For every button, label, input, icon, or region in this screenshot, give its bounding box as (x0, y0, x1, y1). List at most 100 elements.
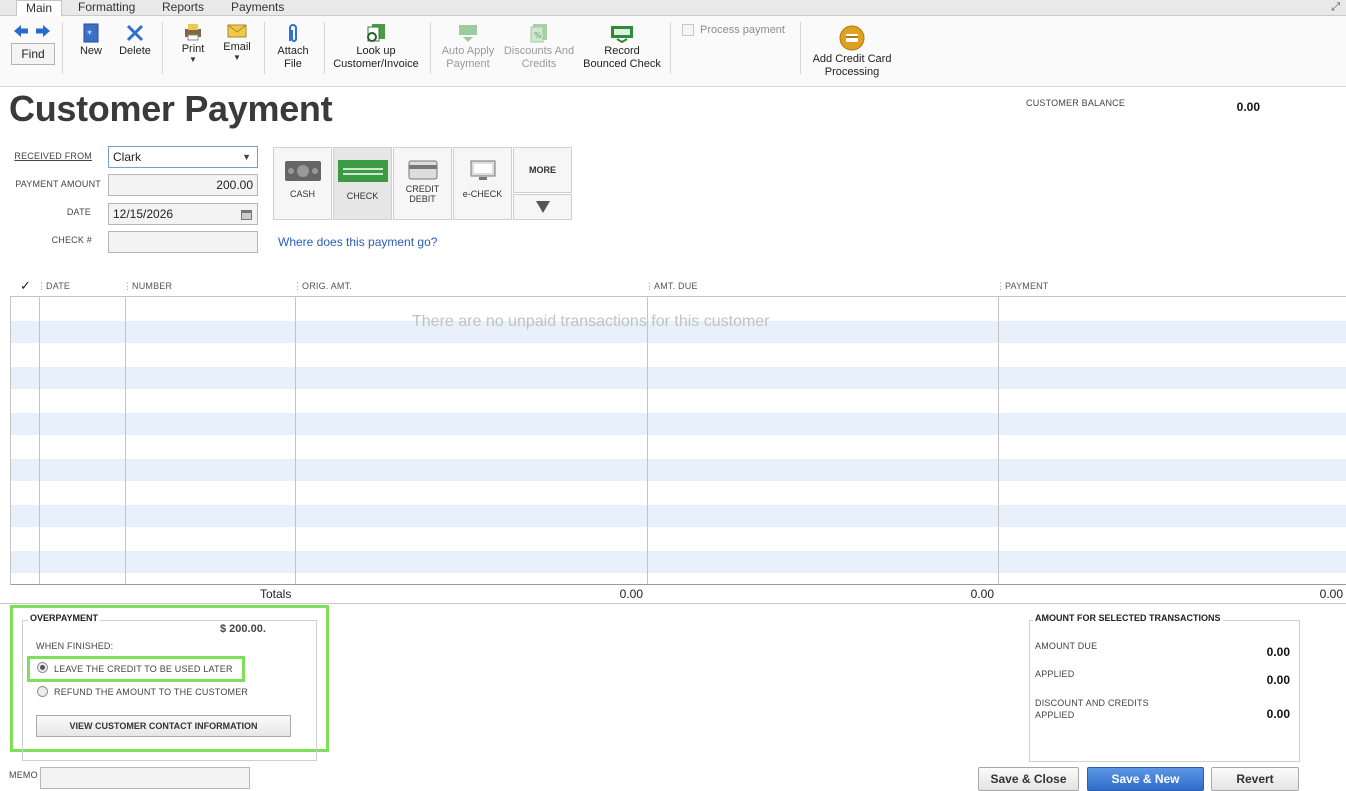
check-number-label: CHECK # (51, 235, 92, 245)
delete-label: Delete (119, 45, 151, 57)
payment-method-more[interactable]: MORE (513, 147, 572, 193)
select-all-checkmark[interactable]: ✓ (20, 278, 31, 294)
cash-label: CASH (289, 189, 315, 199)
debit-label: DEBIT (409, 194, 436, 204)
tab-main[interactable]: Main (16, 0, 63, 17)
back-icon[interactable] (14, 24, 28, 42)
memo-field[interactable] (40, 767, 250, 789)
process-payment-label: Process payment (700, 24, 785, 36)
column-header-payment[interactable]: PAYMENT (1005, 281, 1049, 291)
column-line (998, 297, 999, 584)
monitor-icon (470, 160, 495, 180)
save-close-button[interactable]: Save & Close (978, 767, 1079, 791)
discount-credits-value: 0.00 (1266, 707, 1290, 721)
attach-file-button[interactable]: Attach File (272, 23, 314, 71)
discount-label-line-2: APPLIED (1035, 710, 1075, 720)
save-new-button[interactable]: Save & New (1087, 767, 1204, 791)
check-icon (337, 160, 388, 182)
find-button[interactable]: Find (11, 43, 55, 65)
when-finished-label: WHEN FINISHED: (36, 641, 114, 651)
column-line (125, 297, 126, 584)
more-dropdown-button[interactable] (513, 194, 572, 220)
delete-x-icon (126, 24, 144, 42)
payment-method-credit-debit[interactable]: CREDIT DEBIT (393, 147, 452, 220)
amount-due-label: AMOUNT DUE (1035, 641, 1098, 651)
print-button[interactable]: Print ▼ (174, 23, 212, 64)
chevron-down-icon (535, 201, 550, 213)
amount-due-value: 0.00 (1266, 645, 1290, 659)
total-amt-due: 0.00 (970, 587, 994, 601)
chevron-down-icon: ▼ (242, 152, 251, 162)
table-row-stripe (11, 459, 1346, 481)
date-field[interactable]: 12/15/2026 (108, 203, 258, 225)
refund-label[interactable]: REFUND THE AMOUNT TO THE CUSTOMER (54, 687, 248, 697)
column-divider: ⋮ (996, 281, 1006, 291)
table-row-stripe (11, 505, 1346, 527)
credit-debit-label: CREDIT DEBIT (394, 184, 451, 204)
column-divider: ⋮ (293, 281, 303, 291)
leave-credit-label[interactable]: LEAVE THE CREDIT TO BE USED LATER (54, 664, 233, 674)
leave-credit-radio[interactable] (37, 662, 48, 673)
forward-icon[interactable] (36, 24, 50, 42)
credit-label: CREDIT (405, 184, 440, 194)
table-row-stripe (11, 367, 1346, 389)
check-number-field[interactable] (108, 231, 258, 253)
empty-table-message: There are no unpaid transactions for thi… (412, 313, 770, 330)
tab-reports[interactable]: Reports (162, 0, 204, 16)
column-line (295, 297, 296, 584)
table-row-stripe (11, 551, 1346, 573)
addcc-label-1: Add Credit Card (812, 53, 892, 65)
column-line (647, 297, 648, 584)
new-label: New (79, 45, 102, 57)
view-contact-info-button[interactable]: VIEW CUSTOMER CONTACT INFORMATION (36, 715, 291, 737)
record-bounced-check-button[interactable]: Record Bounced Check (580, 23, 664, 71)
column-divider: ⋮ (123, 281, 133, 291)
total-orig-amt: 0.00 (619, 587, 643, 601)
tab-payments[interactable]: Payments (231, 0, 284, 16)
date-label: DATE (66, 207, 91, 217)
add-credit-card-processing-button[interactable]: Add Credit Card Processing (808, 25, 896, 79)
column-header-date[interactable]: DATE (46, 281, 70, 291)
refund-radio[interactable] (37, 686, 48, 697)
received-from-value: Clark (113, 150, 142, 164)
column-header-orig-amt[interactable]: ORIG. AMT. (302, 281, 352, 291)
lookup-customer-invoice-button[interactable]: Look up Customer/Invoice (330, 23, 422, 71)
auto-apply-label-1: Auto Apply (441, 45, 495, 57)
overpayment-amount: $ 200.00. (220, 623, 266, 635)
cash-icon (284, 161, 321, 181)
discount-label-line-1: DISCOUNT AND CREDITS (1035, 698, 1149, 708)
credit-card-coin-icon (839, 25, 865, 51)
calendar-icon[interactable] (241, 209, 252, 220)
svg-text:%: % (534, 31, 542, 40)
delete-button[interactable]: Delete (116, 23, 154, 58)
column-divider: ⋮ (37, 281, 47, 291)
process-payment-checkbox[interactable] (682, 24, 694, 36)
transactions-table[interactable] (10, 296, 1346, 585)
new-button[interactable]: * New (72, 23, 110, 58)
auto-apply-icon (459, 25, 477, 42)
revert-button[interactable]: Revert (1211, 767, 1299, 791)
total-payment: 0.00 (1319, 587, 1343, 601)
received-from-dropdown[interactable]: Clark ▼ (108, 146, 258, 168)
totals-label: Totals (260, 587, 292, 601)
discounts-label-1: Discounts And (503, 45, 575, 57)
payment-method-echeck[interactable]: e-CHECK (453, 147, 512, 220)
email-label: Email (223, 41, 251, 53)
payment-amount-field[interactable]: 200.00 (108, 174, 258, 196)
payment-method-check[interactable]: CHECK (333, 147, 392, 220)
where-payment-go-link[interactable]: Where does this payment go? (278, 235, 437, 249)
tab-formatting[interactable]: Formatting (78, 0, 135, 16)
expand-icon[interactable]: ⤢ (1331, 1, 1340, 14)
record-label-1: Record (604, 45, 640, 57)
page-title: Customer Payment (9, 88, 333, 129)
envelope-icon (227, 24, 247, 38)
discounts-credits-button[interactable]: % Discounts And Credits (502, 23, 576, 71)
column-header-amt-due[interactable]: AMT. DUE (654, 281, 698, 291)
payment-method-cash[interactable]: CASH (273, 147, 332, 220)
paperclip-icon (289, 24, 297, 42)
email-button[interactable]: Email ▼ (218, 23, 256, 62)
auto-apply-payment-button[interactable]: Auto Apply Payment (436, 23, 500, 71)
column-header-number[interactable]: NUMBER (132, 281, 172, 291)
date-value: 12/15/2026 (113, 207, 174, 221)
payment-amount-label: PAYMENT AMOUNT (15, 179, 101, 189)
